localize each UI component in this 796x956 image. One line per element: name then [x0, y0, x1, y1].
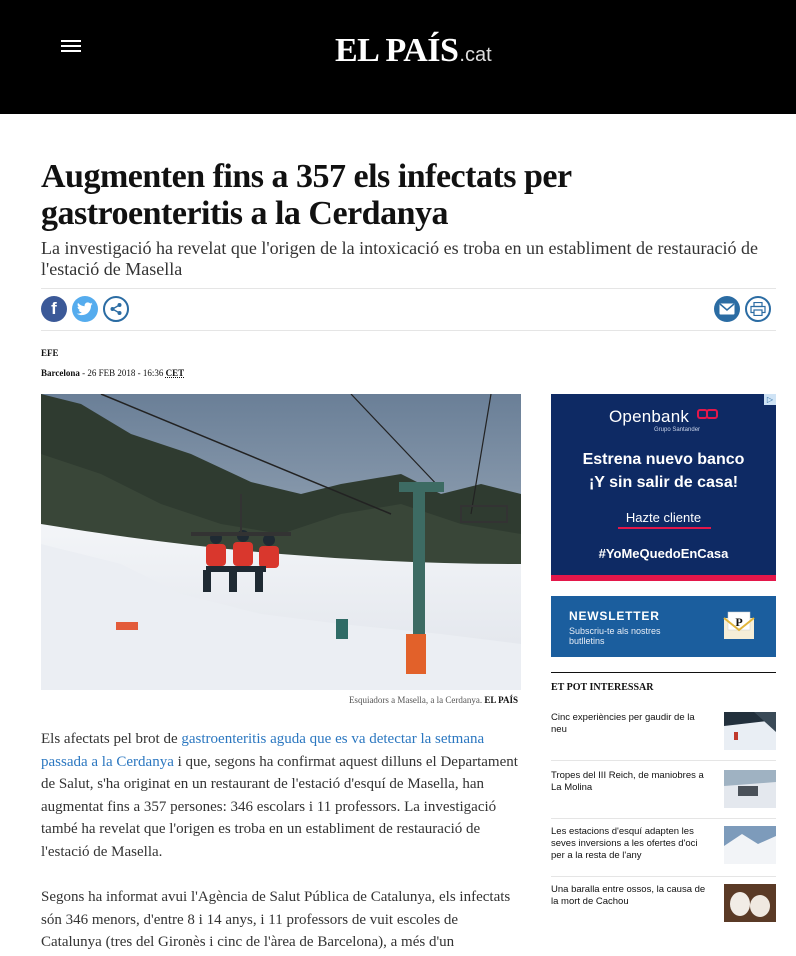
openbank-ad[interactable]: ▷ Openbank Grupo Santander Estrena nuevo… — [551, 394, 776, 581]
related-thumbnail — [724, 826, 776, 864]
related-thumbnail — [724, 770, 776, 808]
divider — [551, 818, 776, 819]
related-thumbnail — [724, 884, 776, 922]
related-item[interactable]: Cinc experiències per gaudir de la neu — [551, 712, 776, 752]
article-timezone: CET — [165, 368, 185, 378]
article-paragraph: Els afectats pel brot de gastroenteritis… — [41, 731, 518, 860]
article-location: Barcelona — [41, 368, 80, 378]
ski-lift-photo — [41, 394, 521, 690]
site-logo[interactable]: EL PAÍS.cat — [335, 32, 492, 70]
ad-choices-icon[interactable]: ▷ — [764, 394, 776, 405]
divider — [551, 760, 776, 761]
newsletter-subtitle: Subscriu-te als nostres butlletins — [569, 626, 661, 646]
article-photo[interactable] — [41, 394, 521, 690]
related-item[interactable]: Una baralla entre ossos, la causa de la … — [551, 884, 776, 924]
share-button[interactable] — [103, 296, 129, 322]
ad-headline: Estrena nuevo banco ¡Y sin salir de casa… — [582, 451, 745, 491]
menu-icon[interactable] — [61, 40, 81, 52]
article-dateline: Barcelona - 26 FEB 2018 - 16:36 CET — [41, 368, 184, 378]
newsletter-banner[interactable]: NEWSLETTER Subscriu-te als nostres butll… — [551, 596, 776, 657]
divider — [41, 330, 776, 331]
share-bar: f — [41, 296, 776, 324]
print-button[interactable] — [745, 296, 771, 322]
twitter-share-button[interactable] — [72, 296, 98, 322]
related-item[interactable]: Les estacions d'esquí adapten les seves … — [551, 826, 776, 866]
article-paragraph: Segons ha informat avui l'Agència de Sal… — [41, 889, 511, 950]
photo-caption: Esquiadors a Masella, a la Cerdanya. EL … — [348, 695, 518, 705]
ad-cta-underline — [618, 527, 711, 529]
facebook-share-button[interactable]: f — [41, 296, 67, 322]
ad-brand-sub: Grupo Santander — [654, 427, 701, 433]
divider — [551, 876, 776, 877]
related-thumbnail — [724, 712, 776, 750]
article-headline: Augmenten fins a 357 els infectats per g… — [41, 158, 572, 232]
related-item[interactable]: Tropes del III Reich, de maniobres a La … — [551, 770, 776, 810]
email-share-button[interactable] — [714, 296, 740, 322]
openbank-logo-icon — [697, 409, 718, 419]
ad-hashtag: #YoMeQuedoEnCasa — [598, 546, 729, 561]
newsletter-title: NEWSLETTER — [569, 609, 660, 623]
print-icon — [750, 302, 766, 316]
envelope-icon: P — [723, 611, 755, 639]
ad-cta[interactable]: Hazte cliente — [551, 510, 776, 525]
divider — [41, 288, 776, 289]
share-icon — [110, 303, 122, 315]
site-header: EL PAÍS.cat — [0, 0, 796, 114]
article-date: - 26 FEB 2018 - 16:36 — [82, 368, 164, 378]
twitter-icon — [77, 302, 93, 316]
article-author[interactable]: EFE — [41, 348, 59, 358]
article-subtitle: La investigació ha revelat que l'origen … — [41, 238, 758, 279]
ad-brand: Openbank — [609, 407, 690, 426]
related-section-title: ET POT INTERESSAR — [551, 682, 654, 693]
related-title-rule — [551, 672, 776, 673]
mail-icon — [719, 303, 735, 315]
